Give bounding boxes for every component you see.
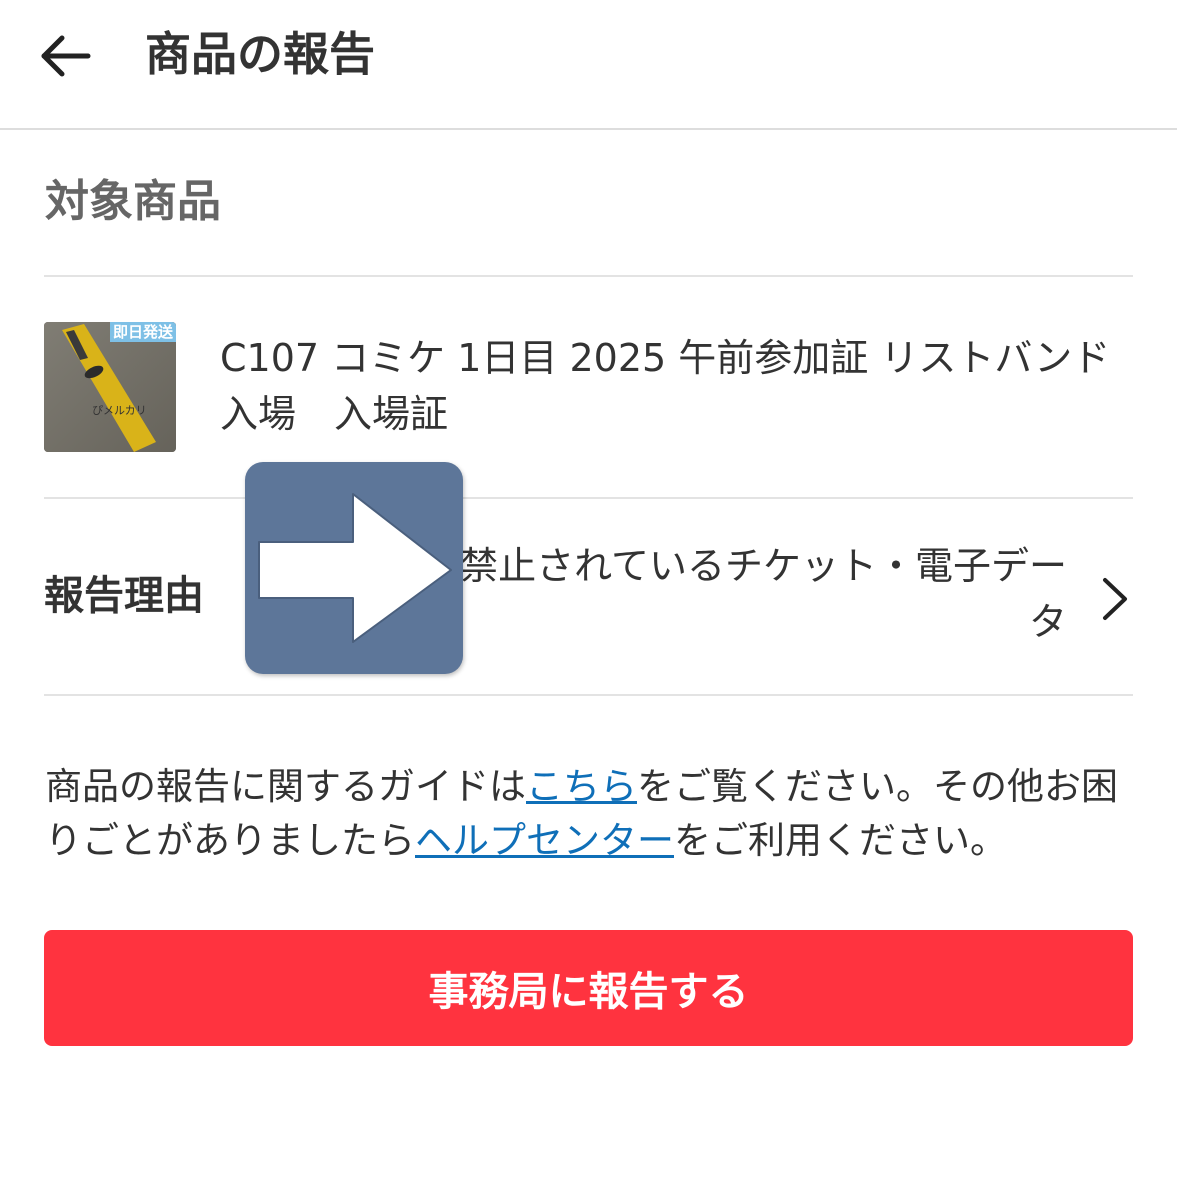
item-title: C107 コミケ 1日目 2025 午前参加証 リストバンド 入場 入場証 <box>220 336 1111 436</box>
divider <box>44 275 1133 277</box>
item-thumbnail: ぴメルカリ 即日発送 <box>44 322 176 452</box>
reason-value: 禁止されているチケット・電子データ <box>460 544 1067 644</box>
divider <box>44 694 1133 696</box>
reason-label: 報告理由 <box>44 573 204 619</box>
divider <box>44 497 1133 499</box>
guide-text-part: をご利用ください。 <box>674 819 1007 862</box>
same-day-badge: 即日発送 <box>109 322 176 342</box>
guide-link[interactable]: こちら <box>526 765 637 808</box>
back-button[interactable] <box>30 20 102 92</box>
arrow-right-icon <box>258 493 452 643</box>
page-title: 商品の報告 <box>145 27 375 81</box>
guide-text-part: 商品の報告に関するガイドは <box>45 765 526 808</box>
arrow-left-icon <box>41 35 91 77</box>
target-item[interactable]: ぴメルカリ 即日発送 C107 コミケ 1日目 2025 午前参加証 リストバン… <box>44 278 1133 498</box>
chevron-right-icon <box>1103 578 1127 620</box>
thumbnail-text: ぴメルカリ <box>92 404 147 417</box>
section-title: 対象商品 <box>45 176 221 227</box>
help-center-link[interactable]: ヘルプセンター <box>415 819 674 862</box>
submit-report-button[interactable]: 事務局に報告する <box>44 930 1133 1046</box>
report-reason-selector[interactable]: 報告理由 禁止されているチケット・電子データ <box>44 500 1133 694</box>
overlay-arrow-badge <box>245 462 463 674</box>
app-header: 商品の報告 <box>0 0 1177 130</box>
guide-text: 商品の報告に関するガイドはこちらをご覧ください。その他お困りごとがありましたらヘ… <box>45 760 1135 868</box>
